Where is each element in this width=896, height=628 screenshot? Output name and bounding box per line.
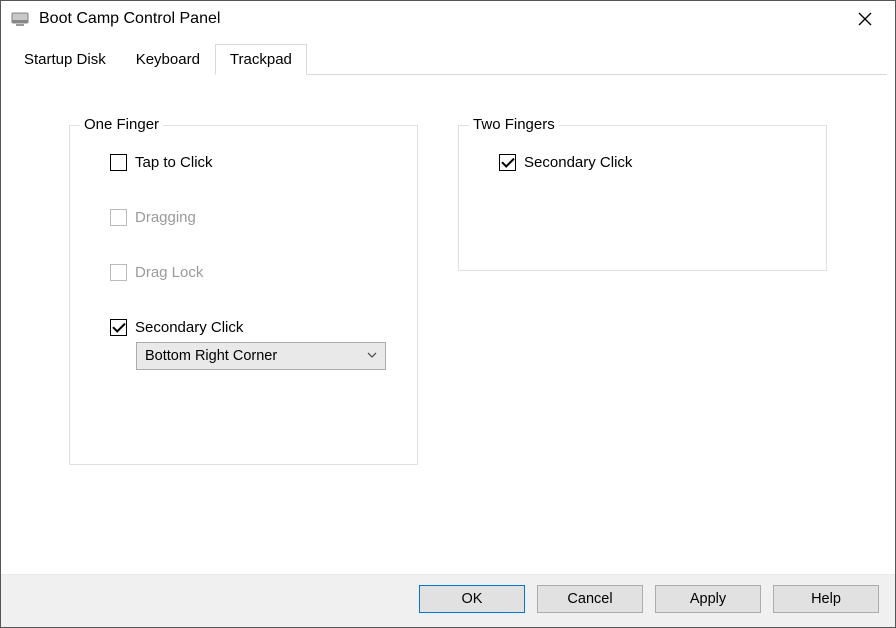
ok-button[interactable]: OK <box>419 585 525 613</box>
footer: OK Cancel Apply Help <box>1 574 895 627</box>
label-drag-lock: Drag Lock <box>135 264 203 281</box>
tab-keyboard[interactable]: Keyboard <box>121 44 215 75</box>
checkbox-secondary-click-one[interactable] <box>110 319 127 336</box>
chevron-down-icon <box>367 348 377 364</box>
close-button[interactable] <box>845 3 885 35</box>
legend-one-finger: One Finger <box>80 116 163 133</box>
help-button[interactable]: Help <box>773 585 879 613</box>
checkbox-dragging <box>110 209 127 226</box>
apply-button[interactable]: Apply <box>655 585 761 613</box>
label-secondary-click-one: Secondary Click <box>135 319 243 336</box>
checkbox-drag-lock <box>110 264 127 281</box>
tab-content: One Finger Tap to Click Dragging <box>9 75 887 566</box>
label-dragging: Dragging <box>135 209 196 226</box>
tab-startup-disk[interactable]: Startup Disk <box>9 44 121 75</box>
tab-trackpad[interactable]: Trackpad <box>215 44 307 75</box>
tabs: Startup Disk Keyboard Trackpad <box>9 43 887 75</box>
combo-secondary-click-corner[interactable]: Bottom Right Corner <box>136 342 386 370</box>
combo-value: Bottom Right Corner <box>145 348 277 364</box>
titlebar: Boot Camp Control Panel <box>1 1 895 37</box>
checkbox-tap-to-click[interactable] <box>110 154 127 171</box>
label-tap-to-click: Tap to Click <box>135 154 213 171</box>
close-icon <box>858 12 872 26</box>
legend-two-fingers: Two Fingers <box>469 116 559 133</box>
content: Startup Disk Keyboard Trackpad One Finge… <box>1 37 895 574</box>
window-title: Boot Camp Control Panel <box>39 10 220 28</box>
fieldset-two-fingers: Two Fingers Secondary Click <box>458 125 827 271</box>
cancel-button[interactable]: Cancel <box>537 585 643 613</box>
label-secondary-click-two: Secondary Click <box>524 154 632 171</box>
checkbox-secondary-click-two[interactable] <box>499 154 516 171</box>
fieldset-one-finger: One Finger Tap to Click Dragging <box>69 125 418 465</box>
bootcamp-icon <box>11 10 29 28</box>
window: Boot Camp Control Panel Startup Disk Key… <box>0 0 896 628</box>
